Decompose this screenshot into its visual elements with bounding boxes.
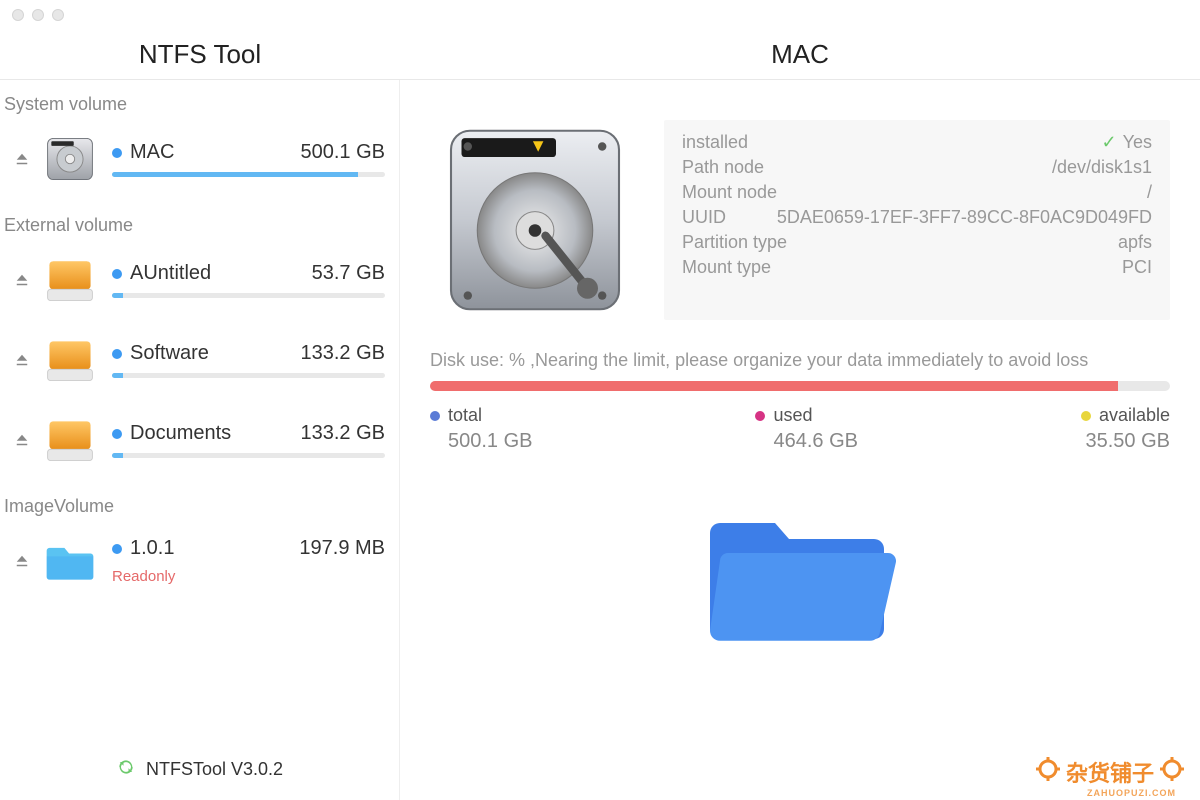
- info-row-ptype: Partition typeapfs: [682, 230, 1152, 255]
- volume-usage-bar: [112, 293, 385, 298]
- status-dot: [112, 269, 122, 279]
- disk-use-bar: [430, 381, 1170, 391]
- volume-usage-bar: [112, 453, 385, 458]
- volume-name: Documents: [130, 422, 231, 445]
- volume-size: 53.7 GB: [312, 262, 385, 285]
- eject-button[interactable]: [10, 428, 34, 452]
- eject-button[interactable]: [10, 549, 34, 573]
- info-row-mount: Mount node/: [682, 180, 1152, 205]
- eject-button[interactable]: [10, 147, 34, 171]
- folder-open-icon: [690, 493, 910, 663]
- stat-used: used 464.6 GB: [755, 405, 858, 453]
- volume-name: AUntitled: [130, 262, 211, 285]
- section-external-volume: External volume: [0, 201, 399, 242]
- external-drive-icon: [42, 332, 98, 388]
- selected-volume-title: MAC: [400, 30, 1200, 79]
- volume-name: 1.0.1: [130, 537, 174, 560]
- status-dot: [112, 148, 122, 158]
- eject-icon: [13, 552, 31, 570]
- external-drive-icon: [42, 252, 98, 308]
- open-folder-button[interactable]: [430, 493, 1170, 663]
- volume-row-auntitled[interactable]: AUntitled 53.7 GB: [0, 242, 399, 322]
- volume-readonly-badge: Readonly: [112, 568, 385, 585]
- volume-detail-pane: installed✓Yes Path node/dev/disk1s1 Moun…: [400, 80, 1200, 800]
- sidebar-footer: NTFSTool V3.0.2: [0, 757, 399, 782]
- gear-icon: [1036, 757, 1060, 787]
- gear-icon: [1160, 757, 1184, 787]
- disk-image-icon: [430, 120, 640, 320]
- check-icon: ✓: [1102, 132, 1117, 153]
- stat-total: total 500.1 GB: [430, 405, 533, 453]
- volume-size: 500.1 GB: [300, 141, 385, 164]
- volume-row-software[interactable]: Software 133.2 GB: [0, 322, 399, 402]
- close-window-button[interactable]: [12, 9, 24, 21]
- eject-icon: [13, 271, 31, 289]
- info-row-uuid: UUID5DAE0659-17EF-3FF7-89CC-8F0AC9D049FD: [682, 205, 1152, 230]
- volume-row-image[interactable]: 1.0.1 197.9 MB Readonly: [0, 523, 399, 603]
- volume-size: 133.2 GB: [300, 422, 385, 445]
- volume-usage-bar: [112, 373, 385, 378]
- folder-icon: [42, 533, 98, 589]
- legend-dot-icon: [1081, 411, 1091, 421]
- eject-icon: [13, 431, 31, 449]
- info-row-mtype: Mount typePCI: [682, 255, 1152, 280]
- minimize-window-button[interactable]: [32, 9, 44, 21]
- volume-row-mac[interactable]: MAC 500.1 GB: [0, 121, 399, 201]
- disk-use-warning: Disk use: % ,Nearing the limit, please o…: [430, 350, 1170, 371]
- stat-available: available 35.50 GB: [1081, 405, 1170, 453]
- volume-size: 197.9 MB: [299, 537, 385, 560]
- eject-icon: [13, 351, 31, 369]
- legend-dot-icon: [430, 411, 440, 421]
- volume-name: MAC: [130, 141, 174, 164]
- window-titlebar: [0, 0, 1200, 30]
- section-system-volume: System volume: [0, 80, 399, 121]
- status-dot: [112, 349, 122, 359]
- info-row-path: Path node/dev/disk1s1: [682, 155, 1152, 180]
- refresh-icon[interactable]: [116, 757, 136, 782]
- status-dot: [112, 544, 122, 554]
- app-version: NTFSTool V3.0.2: [146, 759, 283, 780]
- eject-button[interactable]: [10, 348, 34, 372]
- legend-dot-icon: [755, 411, 765, 421]
- section-image-volume: ImageVolume: [0, 482, 399, 523]
- info-row-installed: installed✓Yes: [682, 130, 1152, 155]
- eject-icon: [13, 150, 31, 168]
- eject-button[interactable]: [10, 268, 34, 292]
- disk-icon: [42, 131, 98, 187]
- volume-usage-bar: [112, 172, 385, 177]
- app-title: NTFS Tool: [0, 30, 400, 79]
- volume-info-table: installed✓Yes Path node/dev/disk1s1 Moun…: [664, 120, 1170, 320]
- watermark: 杂货铺子: [1036, 756, 1184, 788]
- status-dot: [112, 429, 122, 439]
- zoom-window-button[interactable]: [52, 9, 64, 21]
- disk-stats: total 500.1 GB used 464.6 GB available 3…: [430, 405, 1170, 453]
- volume-row-documents[interactable]: Documents 133.2 GB: [0, 402, 399, 482]
- app-header: NTFS Tool MAC: [0, 30, 1200, 80]
- volume-name: Software: [130, 342, 209, 365]
- volume-size: 133.2 GB: [300, 342, 385, 365]
- external-drive-icon: [42, 412, 98, 468]
- watermark-url: ZAHUOPUZI.COM: [1087, 788, 1176, 798]
- volume-sidebar: System volume MAC 500.1 GB External volu…: [0, 80, 400, 800]
